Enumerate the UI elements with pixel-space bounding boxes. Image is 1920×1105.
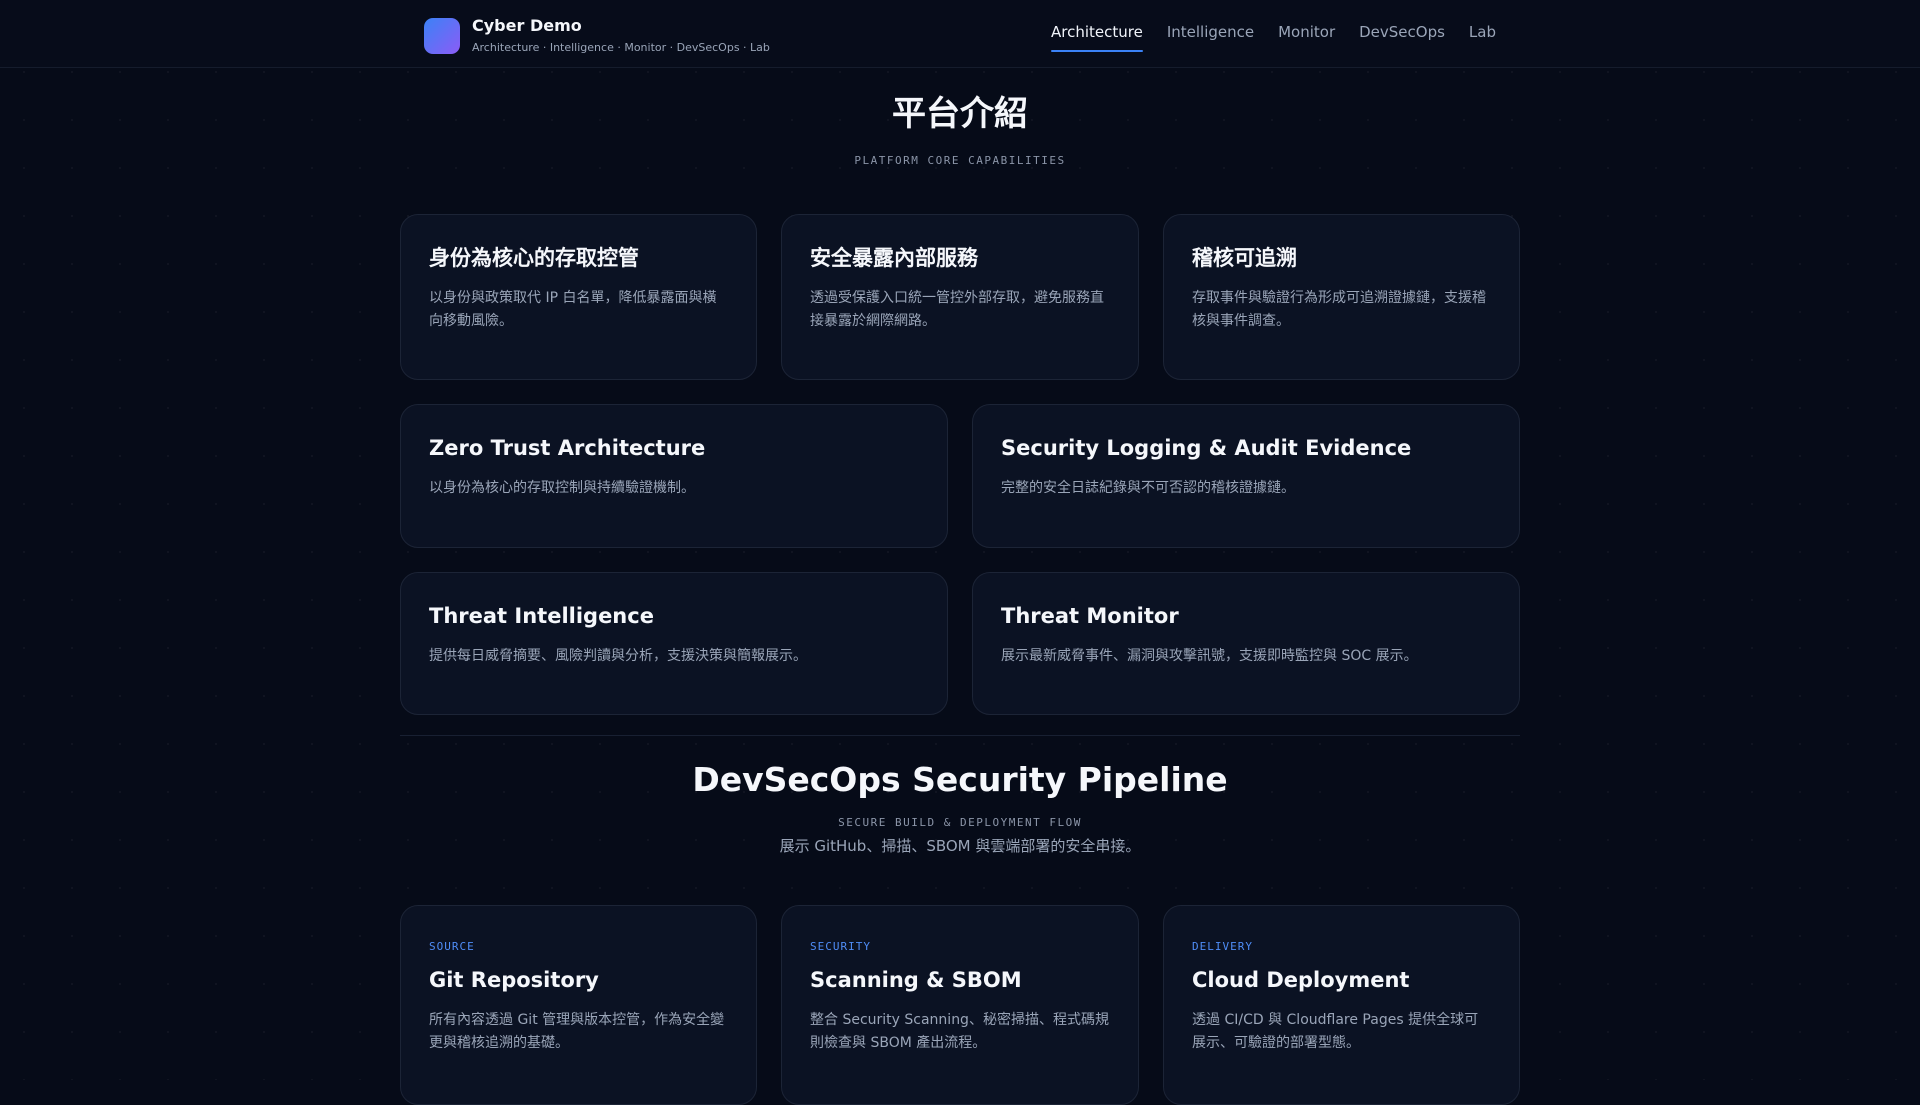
feature-card-audit-trace[interactable]: 稽核可追溯 存取事件與驗證行為形成可追溯證據鏈，支援稽核與事件調查。 — [1163, 214, 1520, 380]
card-tag: SOURCE — [429, 940, 475, 953]
top-navigation-bar: Cyber Demo Architecture · Intelligence ·… — [0, 0, 1920, 68]
card-title: 身份為核心的存取控管 — [429, 246, 639, 270]
card-title: 稽核可追溯 — [1192, 246, 1297, 270]
pipeline-description: 展示 GitHub、掃描、SBOM 與雲端部署的安全串接。 — [779, 837, 1141, 855]
brand-subtitle: Architecture · Intelligence · Monitor · … — [472, 41, 770, 54]
card-description: 完整的安全日誌紀錄與不可否認的稽核證據鏈。 — [1001, 480, 1295, 496]
main-nav: Architecture Intelligence Monitor DevSec… — [1050, 0, 1496, 68]
brand-name: Cyber Demo — [472, 16, 582, 35]
feature-card-threat-monitor[interactable]: Threat Monitor 展示最新威脅事件、漏洞與攻擊訊號，支援即時監控與 … — [972, 572, 1520, 715]
pipeline-header: DevSecOps Security Pipeline SECURE BUILD… — [400, 758, 1520, 856]
nav-item-devsecops[interactable]: DevSecOps — [1359, 0, 1445, 68]
card-description: 提供每日威脅摘要、風險判讀與分析，支援決策與簡報展示。 — [429, 648, 807, 664]
card-tag: DELIVERY — [1192, 940, 1253, 953]
brand-logo-icon — [424, 18, 460, 54]
card-title: Zero Trust Architecture — [429, 436, 706, 460]
card-title: 安全暴露內部服務 — [810, 246, 978, 270]
section-divider — [400, 735, 1520, 736]
feature-card-secure-exposure[interactable]: 安全暴露內部服務 透過受保護入口統一管控外部存取，避免服務直接暴露於網際網路。 — [781, 214, 1139, 380]
feature-card-identity-access[interactable]: 身份為核心的存取控管 以身份與政策取代 IP 白名單，降低暴露面與橫向移動風險。 — [400, 214, 757, 380]
card-title: Git Repository — [429, 968, 599, 992]
feature-card-threat-intelligence[interactable]: Threat Intelligence 提供每日威脅摘要、風險判讀與分析，支援決… — [400, 572, 948, 715]
card-description: 透過受保護入口統一管控外部存取，避免服務直接暴露於網際網路。 — [810, 290, 1104, 329]
nav-item-architecture[interactable]: Architecture — [1050, 0, 1143, 68]
card-title: Scanning & SBOM — [810, 968, 1022, 992]
pipeline-card-source[interactable]: SOURCE Git Repository 所有內容透過 Git 管理與版本控管… — [400, 905, 757, 1105]
pipeline-title: DevSecOps Security Pipeline — [692, 760, 1228, 799]
card-description: 存取事件與驗證行為形成可追溯證據鏈，支援稽核與事件調查。 — [1192, 290, 1486, 329]
pipeline-card-delivery[interactable]: DELIVERY Cloud Deployment 透過 CI/CD 與 Clo… — [1163, 905, 1520, 1105]
card-title: Cloud Deployment — [1192, 968, 1410, 992]
pipeline-kicker: SECURE BUILD & DEPLOYMENT FLOW — [838, 816, 1082, 829]
card-description: 展示最新威脅事件、漏洞與攻擊訊號，支援即時監控與 SOC 展示。 — [1001, 648, 1418, 664]
brand[interactable]: Cyber Demo Architecture · Intelligence ·… — [424, 16, 770, 56]
platform-kicker: PLATFORM CORE CAPABILITIES — [854, 154, 1066, 167]
card-title: Threat Monitor — [1001, 604, 1179, 628]
platform-title: 平台介紹 — [892, 94, 1028, 134]
platform-header: 平台介紹 PLATFORM CORE CAPABILITIES — [400, 92, 1520, 167]
nav-item-lab[interactable]: Lab — [1469, 0, 1496, 68]
nav-item-monitor[interactable]: Monitor — [1278, 0, 1335, 68]
card-description: 以身份與政策取代 IP 白名單，降低暴露面與橫向移動風險。 — [429, 290, 717, 329]
card-description: 整合 Security Scanning、秘密掃描、程式碼規則檢查與 SBOM … — [810, 1012, 1109, 1051]
brand-text: Cyber Demo Architecture · Intelligence ·… — [472, 16, 770, 56]
card-description: 所有內容透過 Git 管理與版本控管，作為安全變更與稽核追溯的基礎。 — [429, 1012, 725, 1051]
pipeline-card-security[interactable]: SECURITY Scanning & SBOM 整合 Security Sca… — [781, 905, 1139, 1105]
card-title: Security Logging & Audit Evidence — [1001, 436, 1412, 460]
card-description: 以身份為核心的存取控制與持續驗證機制。 — [429, 480, 695, 496]
card-description: 透過 CI/CD 與 Cloudflare Pages 提供全球可展示、可驗證的… — [1192, 1012, 1479, 1051]
card-title: Threat Intelligence — [429, 604, 654, 628]
feature-card-zero-trust[interactable]: Zero Trust Architecture 以身份為核心的存取控制與持續驗證… — [400, 404, 948, 548]
nav-item-intelligence[interactable]: Intelligence — [1167, 0, 1254, 68]
feature-card-security-logging[interactable]: Security Logging & Audit Evidence 完整的安全日… — [972, 404, 1520, 548]
card-tag: SECURITY — [810, 940, 871, 953]
